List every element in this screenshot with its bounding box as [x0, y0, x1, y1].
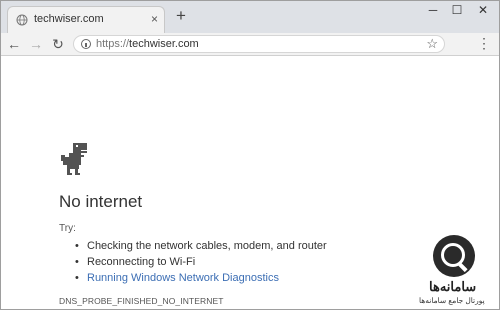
suggestion-item: Checking the network cables, modem, and … [73, 238, 327, 254]
url-scheme: https:// [96, 38, 130, 50]
toolbar: ← → ↻ https://techwiser.com ☆ ⋮ [1, 33, 499, 56]
new-tab-button[interactable]: + [176, 7, 186, 25]
reload-icon[interactable]: ↻ [49, 35, 67, 53]
browser-window: techwiser.com × + ─ ☐ ✕ ← → ↻ https://te… [0, 0, 500, 310]
forward-icon[interactable]: → [27, 35, 45, 53]
back-icon[interactable]: ← [5, 35, 23, 53]
suggestion-list: Checking the network cables, modem, and … [73, 238, 327, 286]
url-host: techwiser.com [129, 38, 199, 50]
watermark-subtitle: پورتال جامع سامانه‌ها [419, 296, 485, 305]
network-diagnostics-link[interactable]: Running Windows Network Diagnostics [73, 270, 327, 286]
try-label: Try: [59, 223, 76, 234]
maximize-button[interactable]: ☐ [445, 3, 469, 17]
watermark-logo [433, 235, 475, 277]
magnifier-icon [441, 243, 465, 267]
url-text[interactable]: https://techwiser.com [96, 38, 199, 50]
info-icon[interactable] [81, 39, 91, 49]
bookmark-star-icon[interactable]: ☆ [426, 36, 438, 52]
address-bar[interactable]: https://techwiser.com ☆ [73, 35, 445, 53]
page-content: No internet Try: Checking the network ca… [1, 56, 499, 309]
suggestion-item: Reconnecting to Wi-Fi [73, 254, 327, 270]
page-title: No internet [59, 192, 143, 211]
globe-icon [16, 14, 28, 26]
tab-title: techwiser.com [34, 13, 104, 25]
tab-techwiser[interactable]: techwiser.com × [7, 6, 165, 33]
error-code: DNS_PROBE_FINISHED_NO_INTERNET [59, 296, 224, 306]
close-tab-icon[interactable]: × [151, 13, 158, 25]
minimize-button[interactable]: ─ [421, 3, 445, 17]
watermark-title: سامانه‌ها [429, 279, 477, 294]
close-window-button[interactable]: ✕ [471, 3, 495, 17]
menu-icon[interactable]: ⋮ [477, 36, 491, 50]
dinosaur-icon [61, 143, 87, 175]
tab-strip: techwiser.com × + ─ ☐ ✕ [1, 1, 499, 33]
